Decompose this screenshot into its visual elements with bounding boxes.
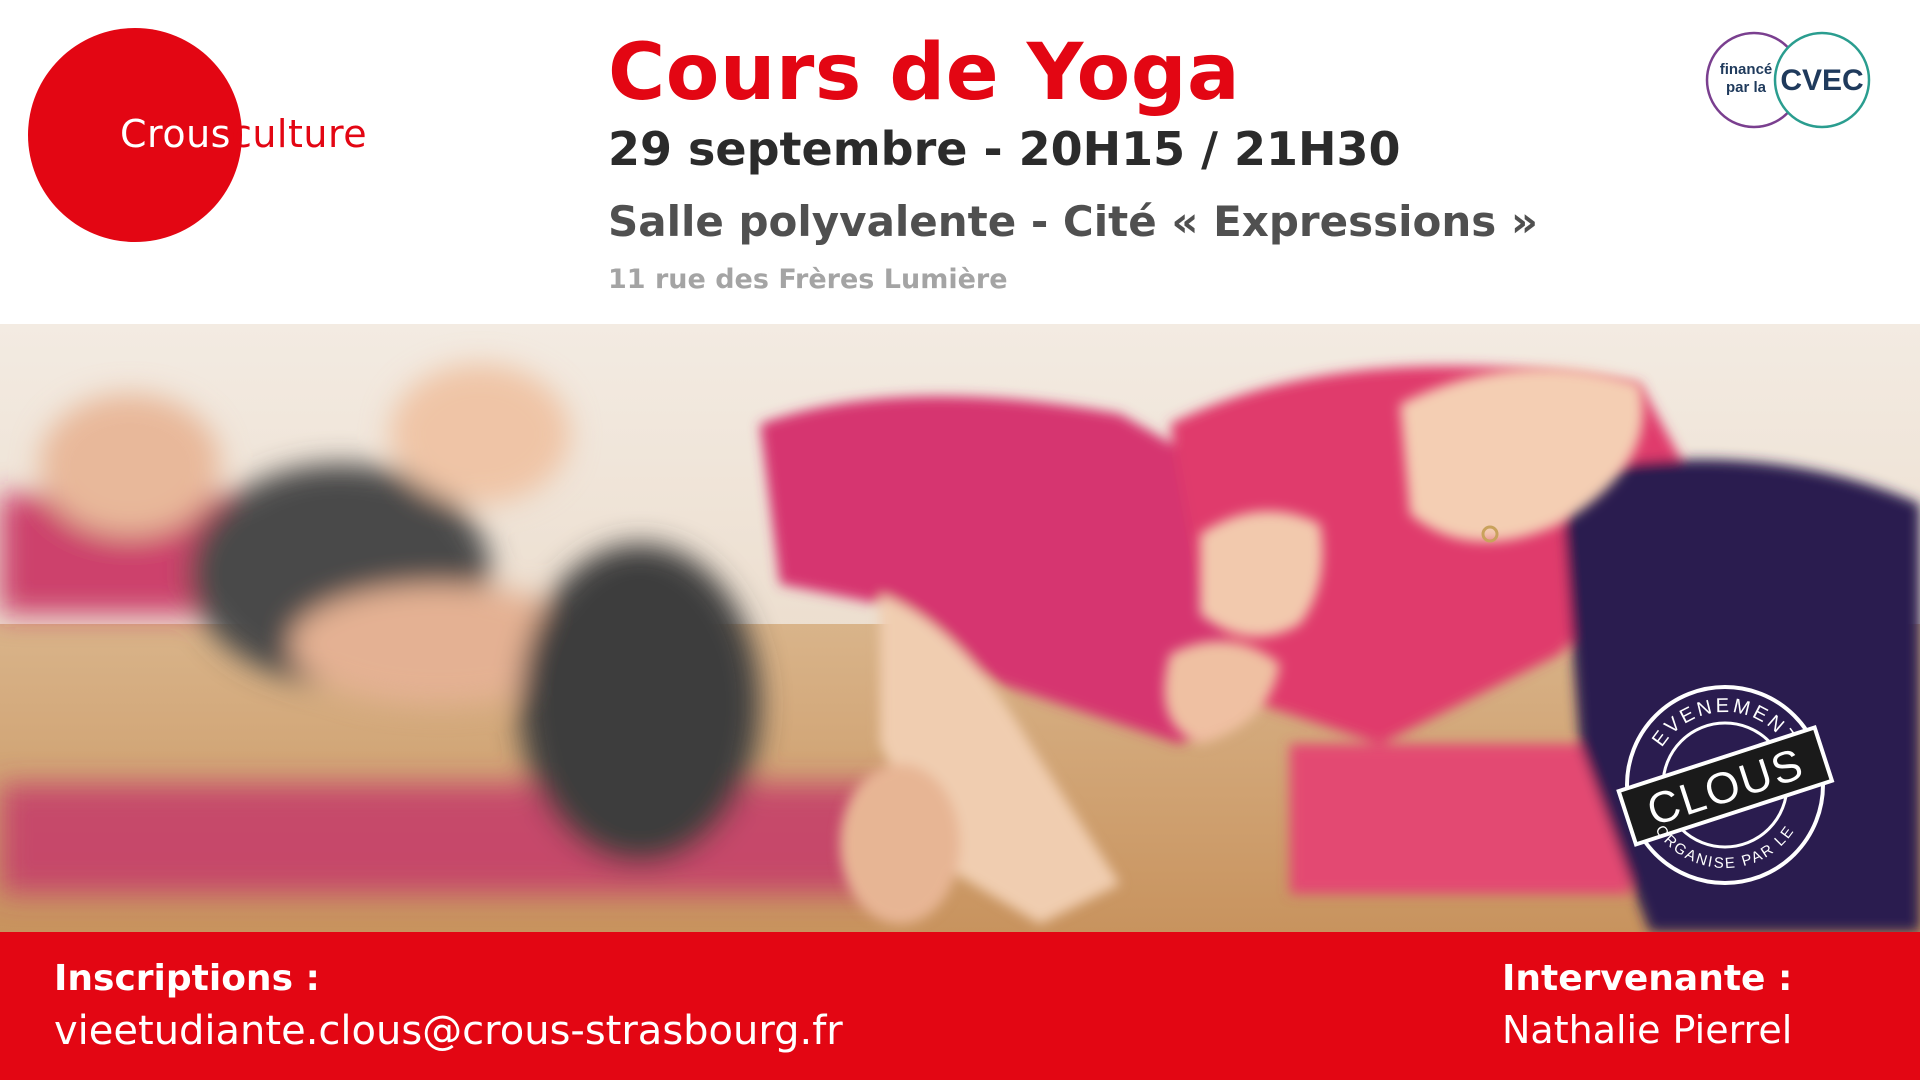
registration-label: Inscriptions :	[54, 958, 320, 999]
logo-culture-text: culture	[230, 112, 368, 156]
header: Crousculture Cours de Yoga 29 septembre …	[0, 0, 1920, 324]
event-title: Cours de Yoga	[608, 28, 1241, 118]
stamp-main-text: CLOUS	[1641, 739, 1810, 836]
logo-crous-text: Crous	[120, 112, 231, 156]
speaker-name: Nathalie Pierrel	[1502, 1008, 1793, 1052]
crous-culture-logo: Crousculture	[120, 112, 367, 156]
registration-email: vieetudiante.clous@crous-strasbourg.fr	[54, 1008, 843, 1054]
cvec-brand: CVEC	[1780, 64, 1863, 97]
cvec-line1: financé	[1720, 61, 1773, 78]
event-venue: Salle polyvalente - Cité « Expressions »	[608, 197, 1539, 246]
event-datetime: 29 septembre - 20H15 / 21H30	[608, 122, 1401, 176]
speaker-label: Intervenante :	[1502, 958, 1793, 999]
clous-stamp-icon: EVENEMENT CLOUS ORGANISE PAR LE	[1616, 685, 1835, 885]
footer: Inscriptions : vieetudiante.clous@crous-…	[0, 932, 1920, 1080]
cvec-badge-icon: financé par la CVEC	[1705, 31, 1871, 129]
event-address: 11 rue des Frères Lumière	[608, 264, 1008, 295]
cvec-line2: par la	[1726, 79, 1767, 96]
